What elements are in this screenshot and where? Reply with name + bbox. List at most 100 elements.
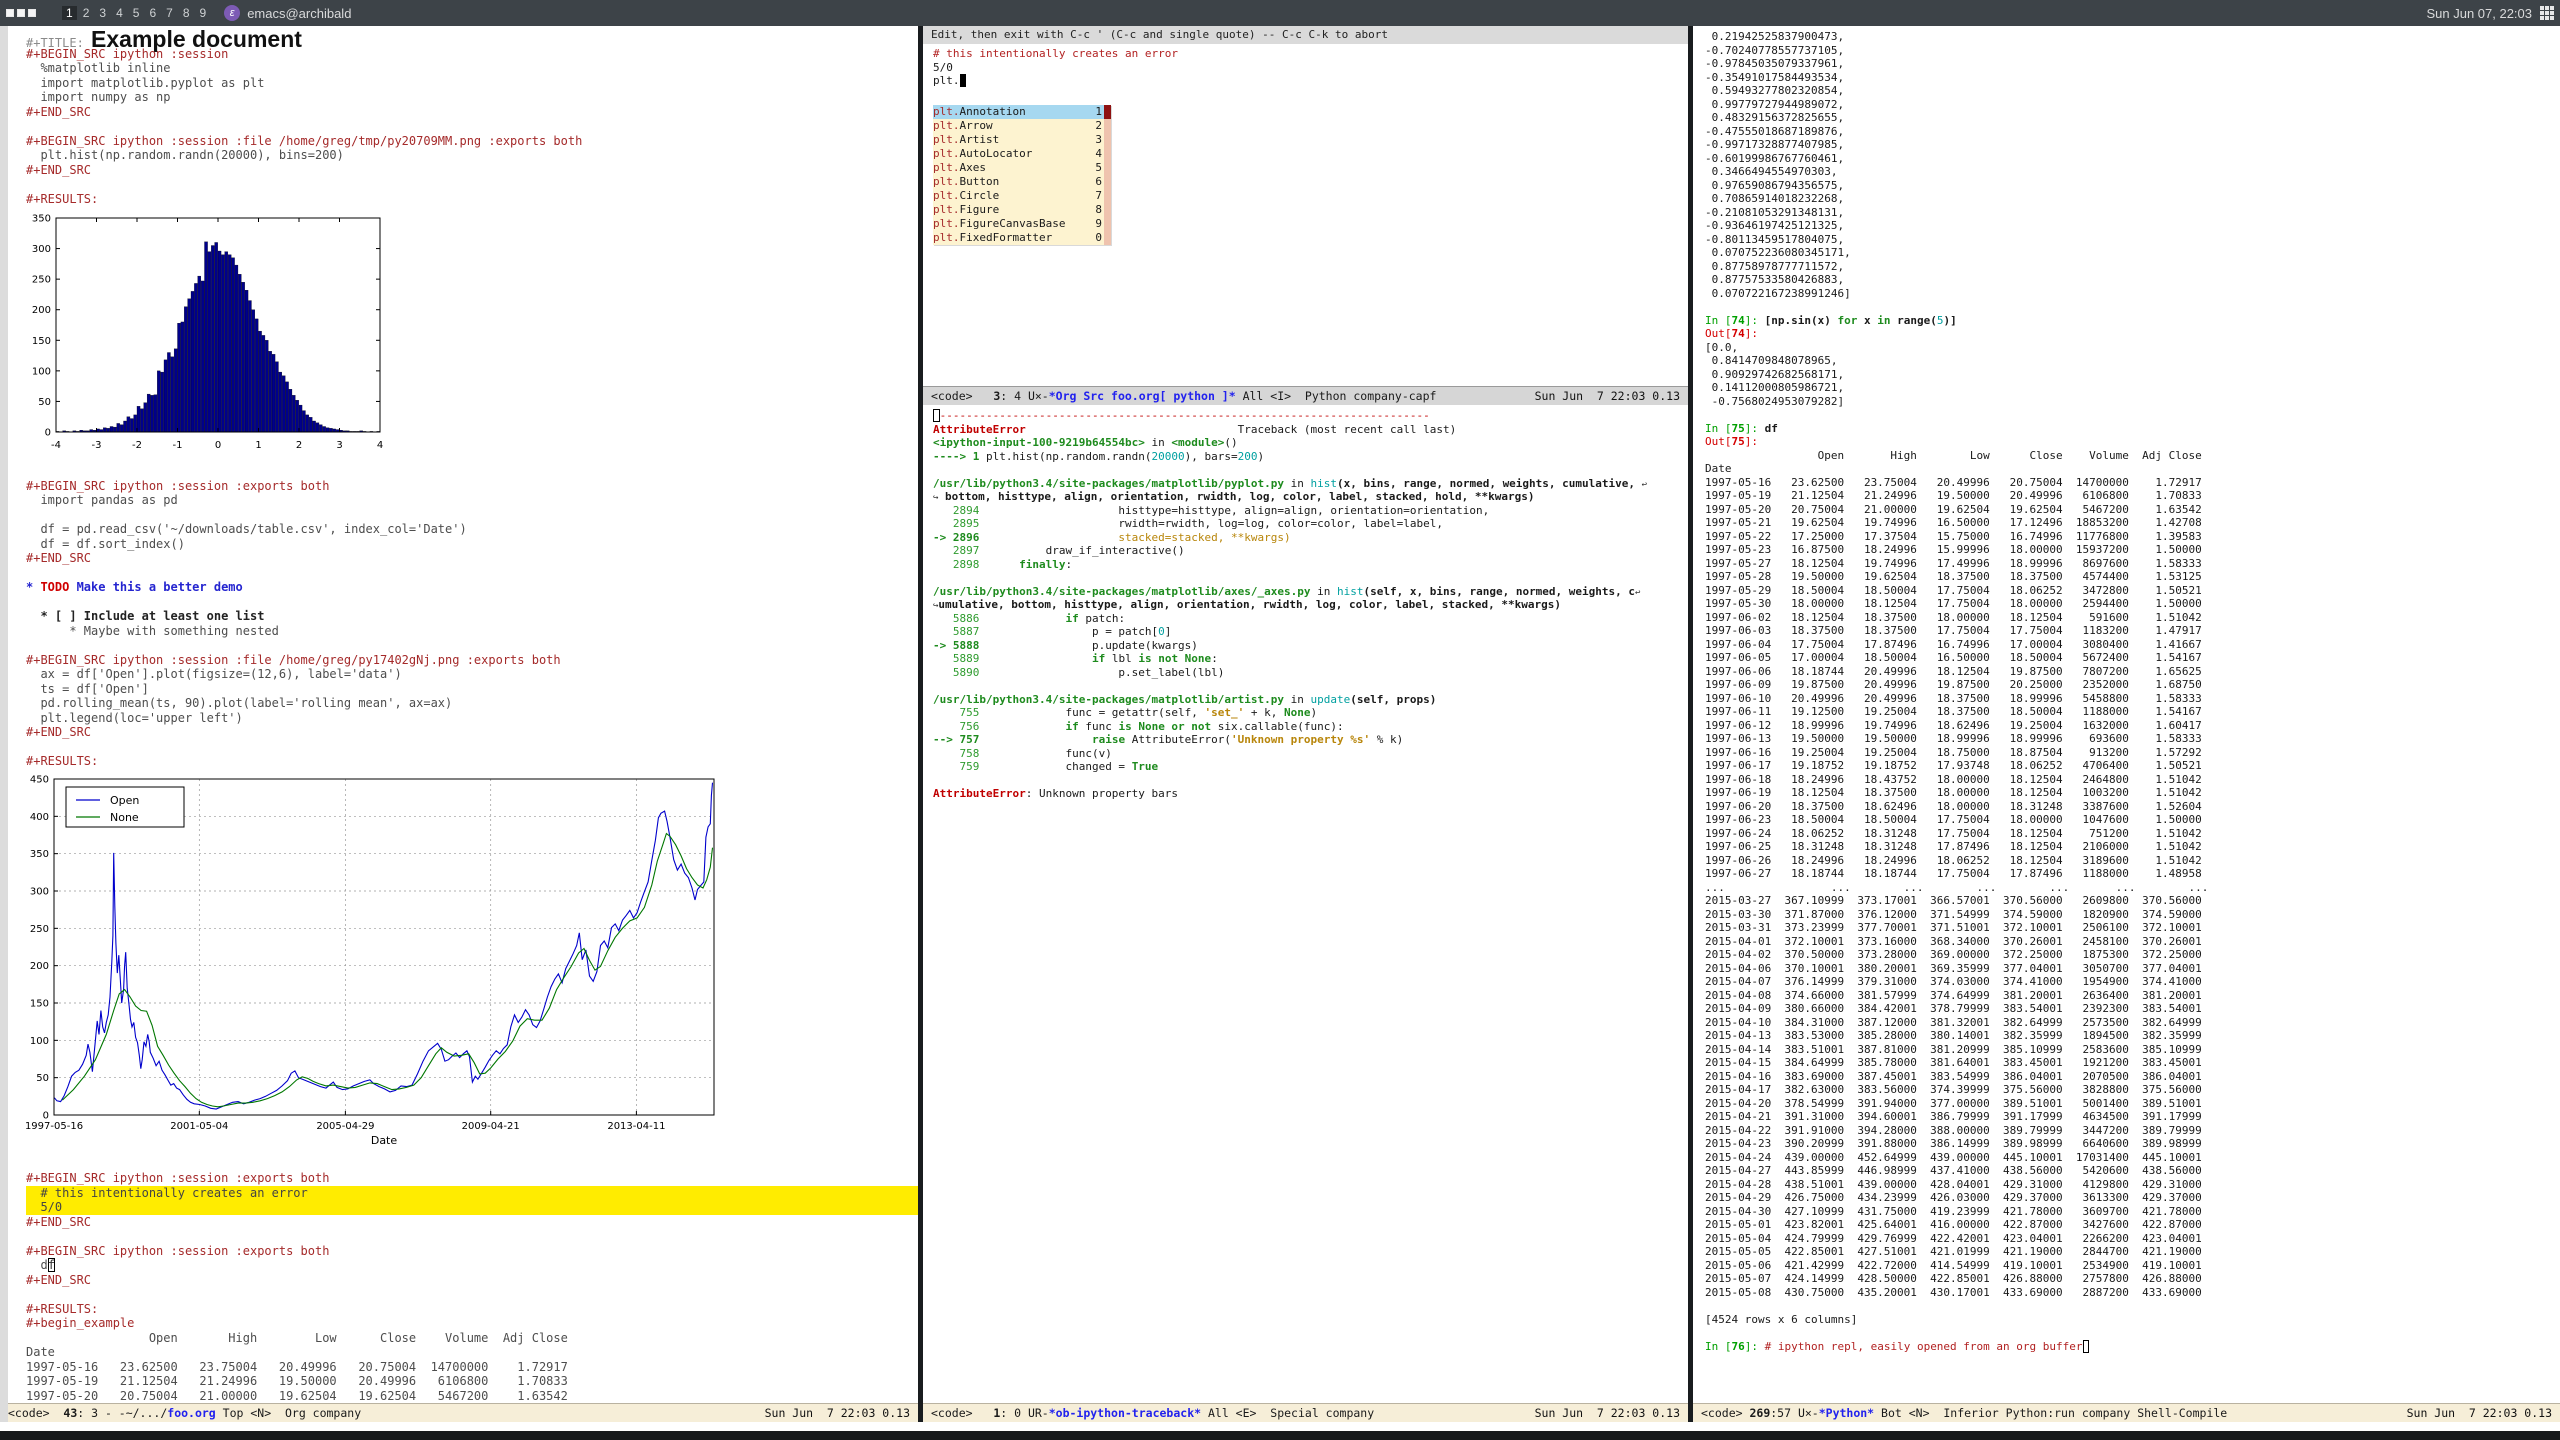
table-row: 2015-04-06 370.10001 380.20001 369.35999… — [1705, 961, 2202, 975]
workspace-1[interactable]: 1 — [62, 6, 77, 20]
workspace-switcher[interactable]: 123456789 — [62, 6, 210, 20]
workspace-2[interactable]: 2 — [79, 6, 94, 20]
workspace-3[interactable]: 3 — [95, 6, 110, 20]
modeline-org[interactable]: <code> 43: 3 - -~/.../foo.org Top <N> Or… — [0, 1403, 918, 1422]
completion-item[interactable]: plt. Axes 5 — [933, 161, 1111, 175]
echo-area[interactable] — [0, 1422, 2560, 1431]
dataframe-rows: 1997-05-16 23.62500 23.75004 20.49996 20… — [1705, 476, 2560, 1300]
buffer-line: 0.14112000805986721, — [1705, 381, 1845, 394]
table-row: 1997-06-18 18.24996 18.43752 18.00000 18… — [1705, 772, 2202, 786]
workspace-7[interactable]: 7 — [162, 6, 177, 20]
svg-text:1997-05-16: 1997-05-16 — [25, 1121, 83, 1132]
popup-scrollbar[interactable] — [1104, 105, 1111, 119]
table-row: 1997-06-03 18.37500 18.37500 17.75004 17… — [1705, 624, 2202, 637]
line-chart-figure: 1997-05-16 2001-05-04 2005-04-29 2009-04-21… — [18, 770, 918, 1155]
completion-item[interactable]: plt. Artist 3 — [933, 133, 1111, 147]
buffer-line: /usr/lib/python3.4/site-packages/matplot… — [933, 692, 1437, 706]
table-row: 1997-05-22 17.25000 17.37504 15.75000 16… — [1705, 529, 2202, 543]
modeline-traceback[interactable]: <code> 1: 0 UR-*ob-ipython-traceback* Al… — [923, 1403, 1688, 1422]
modeline-python-time: Sun Jun 7 22:03 0.13 — [2406, 1406, 2552, 1420]
buffer-line: [4524 rows x 6 columns] — [1705, 1312, 1858, 1326]
buffer-line: -0.21081053291348131, — [1705, 205, 1845, 219]
completion-item[interactable]: plt. FixedFormatter 0 — [933, 231, 1111, 245]
modeline-org-src[interactable]: <code> 3: 4 U×-*Org Src foo.org[ python … — [923, 386, 1688, 405]
workspace-4[interactable]: 4 — [112, 6, 127, 20]
bottom-band — [0, 1431, 2560, 1440]
completion-item[interactable]: plt. Button 6 — [933, 175, 1111, 189]
workspace-6[interactable]: 6 — [145, 6, 160, 20]
buffer-line: 759 changed = True — [933, 760, 1159, 773]
modeline-org-time: Sun Jun 7 22:03 0.13 — [764, 1406, 910, 1420]
buffer-line: 0.59493277802320854, — [1705, 84, 1845, 97]
buffer-line: -0.60199986767760461, — [1705, 151, 1845, 165]
popup-scrollbar[interactable] — [1104, 175, 1111, 189]
buffer-line: In [74]: [np.sin(x) for x in range(5)] — [1705, 313, 1957, 327]
completion-item[interactable]: plt. Figure 8 — [933, 203, 1111, 217]
buffer-line: ts = df['Open'] — [26, 681, 149, 696]
buffer-line: 2898 finally: — [933, 557, 1073, 571]
org-buffer-window[interactable]: #+TITLE: Example document #+BEGIN_SRC ip… — [0, 26, 918, 1422]
table-row: ... ... ... ... ... ... ... — [1705, 880, 2209, 894]
layout-grid-icon[interactable] — [2540, 6, 2554, 20]
buffer-line — [1705, 1299, 2560, 1313]
completion-item[interactable]: plt. AutoLocator 4 — [933, 147, 1111, 161]
table-row: 2015-04-24 439.00000 452.64999 439.00000… — [1705, 1150, 2202, 1164]
popup-scrollbar[interactable] — [1104, 189, 1111, 203]
popup-scrollbar[interactable] — [1104, 203, 1111, 217]
popup-scrollbar[interactable] — [1104, 133, 1111, 147]
completion-item[interactable]: plt. FigureCanvasBase 9 — [933, 217, 1111, 231]
table-row: 2015-04-17 382.63000 383.56000 374.39999… — [1705, 1083, 2202, 1096]
table-row: 2015-05-07 424.14999 428.50000 422.85001… — [1705, 1272, 2202, 1285]
buffer-line: AttributeError: Unknown property bars — [933, 787, 1179, 800]
buffer-line — [1705, 1326, 2560, 1340]
popup-scrollbar[interactable] — [1104, 217, 1111, 231]
completion-item[interactable]: plt. Circle 7 — [933, 189, 1111, 203]
table-row: 1997-06-16 19.25004 19.25004 18.75000 18… — [1705, 745, 2202, 759]
window-title: emacs@archibald — [247, 5, 352, 21]
workspace-8[interactable]: 8 — [179, 6, 194, 20]
table-row: 1997-06-02 18.12504 18.37500 18.00000 18… — [1705, 610, 2202, 624]
svg-text:300: 300 — [30, 886, 49, 897]
table-row: 2015-05-01 423.82001 425.64001 416.00000… — [1705, 1218, 2202, 1231]
svg-text:2005-04-29: 2005-04-29 — [316, 1121, 374, 1132]
completion-item[interactable]: plt. Annotation 1 — [933, 105, 1111, 119]
table-row: 1997-06-25 18.31248 18.31248 17.87496 18… — [1705, 840, 2202, 853]
titlebar: 123456789 ε emacs@archibald Sun Jun 07, … — [0, 0, 2560, 26]
buffer-line: 0.99779727944989072, — [1705, 97, 1845, 111]
workspace-9[interactable]: 9 — [196, 6, 211, 20]
org-src-edit-window[interactable]: Edit, then exit with C-c ' (C-c and sing… — [923, 26, 1688, 405]
modeline-python-info: <code> 269:57 U×-*Python* Bot <N> Inferi… — [1701, 1406, 2228, 1420]
buffer-line — [933, 679, 1688, 693]
buffer-line: #+BEGIN_SRC ipython :session — [26, 46, 229, 61]
org-title-line: #+TITLE: Example document — [26, 28, 918, 51]
popup-scrollbar[interactable] — [1104, 119, 1111, 133]
modeline-python[interactable]: <code> 269:57 U×-*Python* Bot <N> Inferi… — [1693, 1403, 2560, 1422]
buffer-line: 2897 draw_if_interactive() — [933, 544, 1185, 557]
buffer-line: /usr/lib/python3.4/site-packages/matplot… — [933, 476, 1648, 490]
buffer-line — [26, 464, 918, 479]
modeline-traceback-time: Sun Jun 7 22:03 0.13 — [1534, 1406, 1680, 1420]
buffer-line: * Maybe with something nested — [26, 623, 279, 638]
workspace-5[interactable]: 5 — [129, 6, 144, 20]
popup-scrollbar[interactable] — [1104, 147, 1111, 161]
completion-item[interactable]: plt. Arrow 2 — [933, 119, 1111, 133]
table-row: 2015-04-30 427.10999 431.75000 419.23999… — [1705, 1204, 2202, 1218]
buffer-line: [0.0, — [1705, 340, 1739, 354]
buffer-line: plt.legend(loc='upper left') — [26, 710, 243, 725]
popup-scrollbar[interactable] — [1104, 161, 1111, 175]
table-row: 1997-06-05 17.00004 18.50004 16.50000 18… — [1705, 651, 2202, 664]
buffer-line: #+BEGIN_SRC ipython :session :file /home… — [26, 652, 561, 667]
edit-header-line: Edit, then exit with C-c ' (C-c and sing… — [923, 26, 1688, 44]
buffer-line — [26, 1157, 918, 1172]
buffer-line: #+END_SRC — [26, 1272, 92, 1287]
table-row: 2015-04-13 383.53000 385.28000 380.14001… — [1705, 1029, 2202, 1042]
buffer-line: -0.99717328877407985, — [1705, 138, 1845, 151]
python-shell-window[interactable]: 0.21942525837900473, -0.70240778557737105… — [1693, 26, 2560, 1422]
buffer-line: #+RESULTS: — [26, 191, 99, 206]
buffer-line: 5887 p = patch[0] — [933, 625, 1172, 638]
buffer-line: #+BEGIN_SRC ipython :session :exports bo… — [26, 478, 330, 493]
popup-scrollbar[interactable] — [1104, 231, 1111, 245]
traceback-window[interactable]: ----------------------------------------… — [923, 405, 1688, 1422]
org-src-block-pandas: #+BEGIN_SRC ipython :session :exports bo… — [26, 464, 918, 769]
table-row: 2015-04-08 374.66000 381.57999 374.64999… — [1705, 988, 2202, 1002]
